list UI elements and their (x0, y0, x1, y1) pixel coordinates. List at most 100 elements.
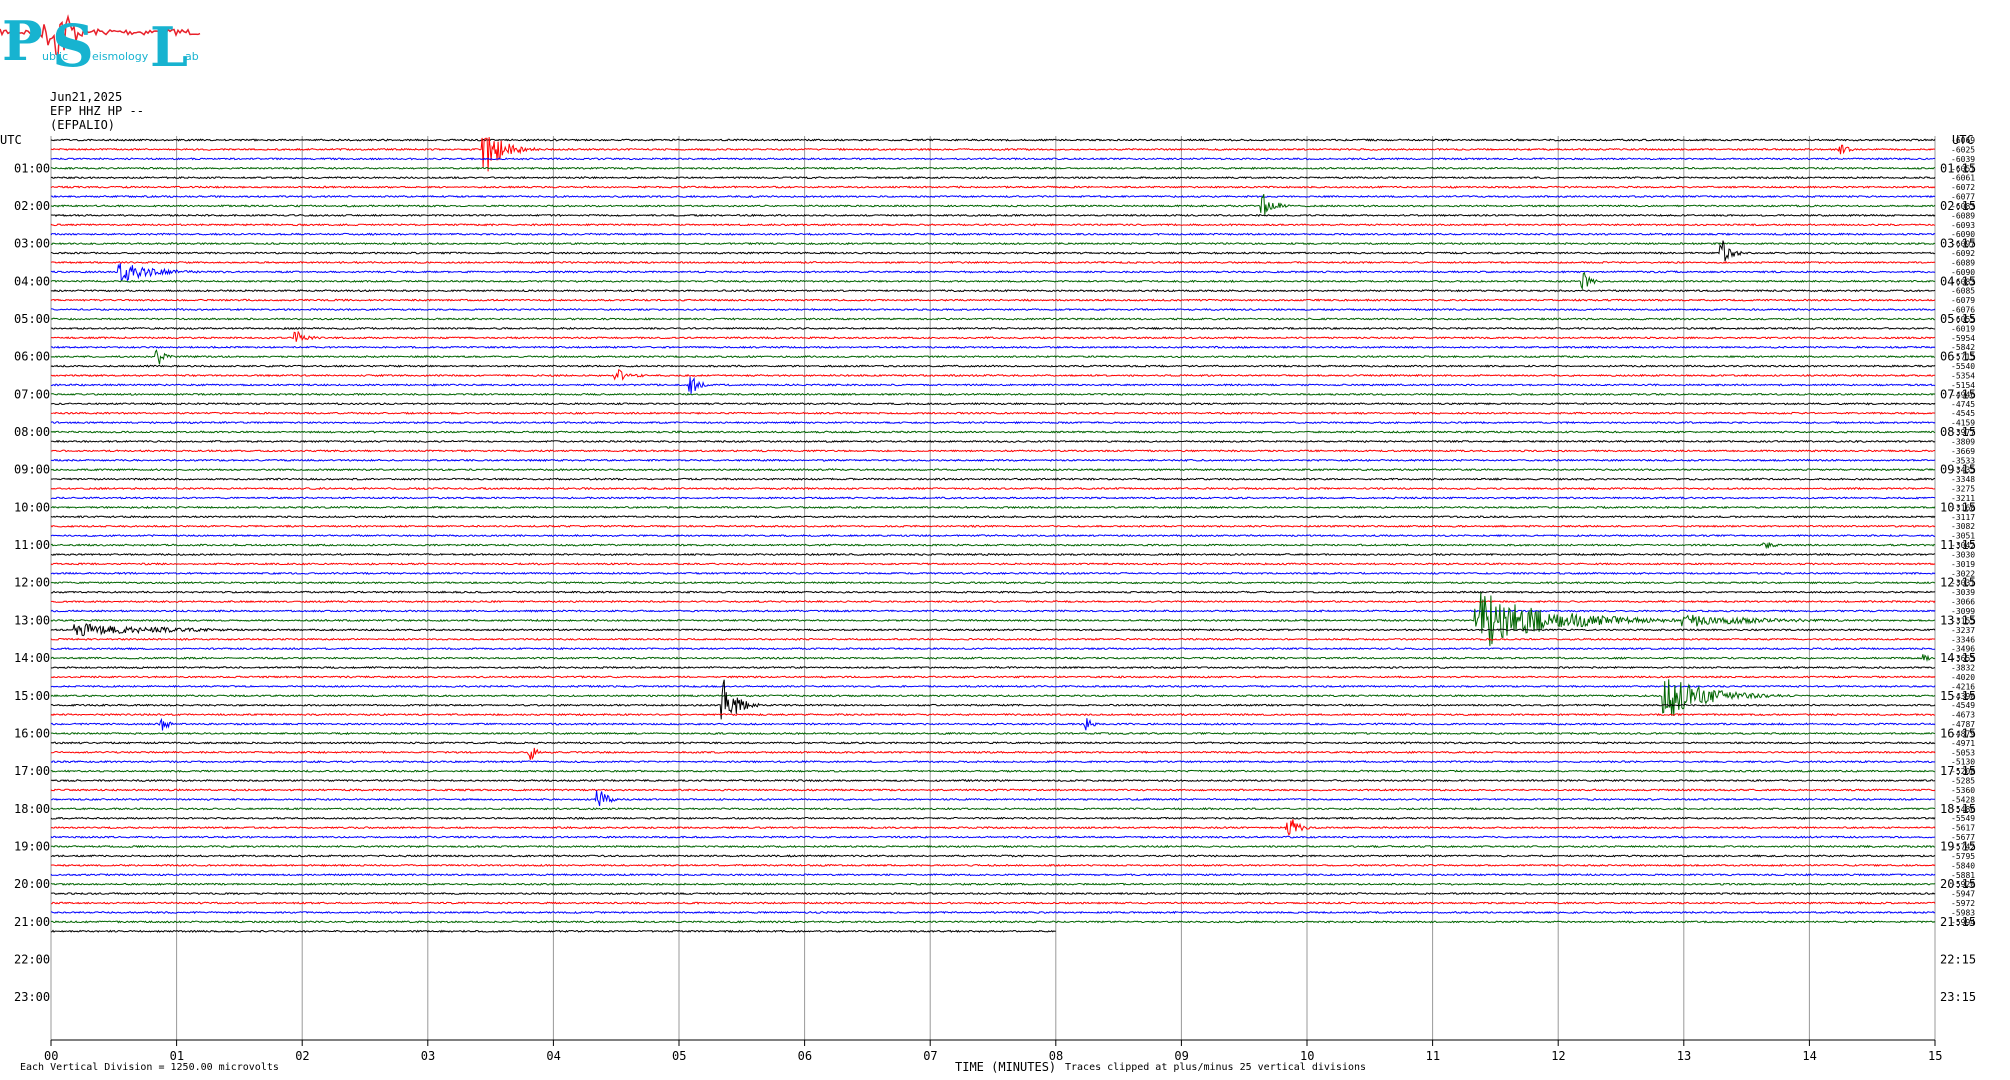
trace-line (50, 891, 1936, 896)
trace-line (50, 901, 1936, 905)
trace-line (50, 430, 1936, 434)
trace-line (50, 533, 1936, 538)
trace-offset-label: -4216 (1951, 682, 1975, 691)
x-tick-label: 11 (1426, 1049, 1440, 1063)
x-tick-label: 02 (295, 1049, 309, 1063)
trace-line (50, 232, 1936, 236)
trace-offset-label: -3655 (1951, 654, 1975, 663)
trace-offset-label: -6039 (1951, 155, 1975, 164)
left-hour-label: 16:00 (14, 726, 50, 740)
trace-offset-label: -5617 (1951, 824, 1975, 833)
trace-offset-label: -4673 (1951, 711, 1975, 720)
trace-offset-label: -3348 (1951, 475, 1975, 484)
trace-line (50, 166, 1936, 170)
trace-offset-label: -6092 (1951, 249, 1975, 258)
trace-line (50, 581, 1935, 585)
x-tick-label: 01 (170, 1049, 184, 1063)
trace-offset-label: -5715 (1951, 353, 1975, 362)
left-hour-label: 15:00 (14, 689, 50, 703)
trace-line (50, 263, 1936, 283)
trace-offset-label: -4159 (1951, 419, 1975, 428)
trace-line (50, 741, 1936, 745)
trace-offset-labels: -6069-6025-6039-6051-6061-6072-6077-6083… (1951, 136, 1975, 927)
trace-line (50, 552, 1936, 557)
trace-line (50, 571, 1936, 576)
right-hour-label: 23:15 (1940, 990, 1976, 1004)
trace-line (50, 910, 1936, 915)
x-tick-label: 13 (1677, 1049, 1691, 1063)
trace-line (50, 920, 1936, 924)
trace-line (50, 449, 1936, 453)
trace-line (50, 684, 1936, 689)
trace-line (50, 392, 1936, 396)
trace-offset-label: -6076 (1951, 306, 1975, 315)
trace-line (50, 137, 1935, 172)
left-hour-label: 21:00 (14, 915, 50, 929)
trace-offset-label: -3160 (1951, 503, 1975, 512)
trace-offset-label: -5677 (1951, 833, 1975, 842)
trace-line (50, 747, 1936, 761)
left-hour-label: 08:00 (14, 425, 50, 439)
trace-line (50, 542, 1936, 550)
trace-line (50, 496, 1936, 500)
trace-offset-label: -5154 (1951, 381, 1975, 390)
x-tick-label: 14 (1802, 1049, 1816, 1063)
trace-line (50, 376, 1936, 394)
x-tick-label: 04 (546, 1049, 560, 1063)
trace-line (50, 330, 1936, 342)
left-hour-label: 18:00 (14, 802, 50, 816)
trace-line (50, 769, 1936, 773)
trace-offset-label: -3031 (1951, 579, 1975, 588)
trace-offset-label: -5920 (1951, 880, 1975, 889)
trace-line (50, 873, 1936, 877)
trace-offset-label: -5428 (1951, 795, 1975, 804)
trace-line (50, 882, 1936, 886)
trace-line (50, 157, 1936, 161)
seismogram-traces (50, 137, 1936, 933)
trace-line (51, 307, 1936, 312)
trace-line (50, 317, 1936, 321)
trace-offset-label: -3496 (1951, 645, 1975, 654)
trace-offset-label: -3022 (1951, 569, 1975, 578)
trace-line (50, 213, 1936, 218)
trace-offset-label: -5840 (1951, 861, 1975, 870)
trace-offset-label: -4020 (1951, 673, 1975, 682)
trace-offset-label: -3051 (1951, 532, 1975, 541)
trace-line (50, 486, 1936, 491)
trace-offset-label: -6077 (1951, 193, 1975, 202)
trace-offset-label: -3346 (1951, 635, 1975, 644)
trace-offset-label: -3669 (1951, 447, 1975, 456)
trace-offset-label: -6090 (1951, 230, 1975, 239)
trace-offset-label: -5360 (1951, 786, 1975, 795)
trace-offset-label: -3237 (1951, 626, 1975, 635)
x-tick-label: 10 (1300, 1049, 1314, 1063)
trace-line (50, 402, 1936, 406)
trace-line (50, 505, 1936, 510)
left-hour-label: 22:00 (14, 953, 50, 967)
trace-line (50, 835, 1936, 839)
trace-offset-label: -5354 (1951, 372, 1975, 381)
trace-offset-label: -5795 (1951, 852, 1975, 861)
left-hour-label: 01:00 (14, 161, 50, 175)
trace-offset-label: -5742 (1951, 843, 1975, 852)
left-hour-label: 05:00 (14, 312, 50, 326)
trace-offset-label: -5053 (1951, 748, 1975, 757)
trace-line (50, 679, 1936, 716)
trace-offset-label: -5842 (1951, 343, 1975, 352)
trace-offset-label: -3042 (1951, 541, 1975, 550)
trace-line (50, 609, 1936, 613)
x-axis-title: TIME (MINUTES) (955, 1060, 1057, 1074)
trace-offset-label: -5486 (1951, 805, 1975, 814)
trace-offset-label: -5947 (1951, 890, 1975, 899)
trace-offset-label: -3030 (1951, 550, 1975, 559)
x-tick-label: 06 (798, 1049, 812, 1063)
trace-line (50, 326, 1936, 331)
trace-line (50, 369, 1936, 381)
left-axis-label: UTC (0, 133, 22, 147)
trace-offset-label: -3211 (1951, 494, 1975, 503)
trace-line (50, 654, 1936, 662)
left-hour-label: 13:00 (14, 613, 50, 627)
trace-offset-label: -3117 (1951, 513, 1975, 522)
trace-offset-label: -3082 (1951, 522, 1975, 531)
left-hour-label: 23:00 (14, 990, 50, 1004)
